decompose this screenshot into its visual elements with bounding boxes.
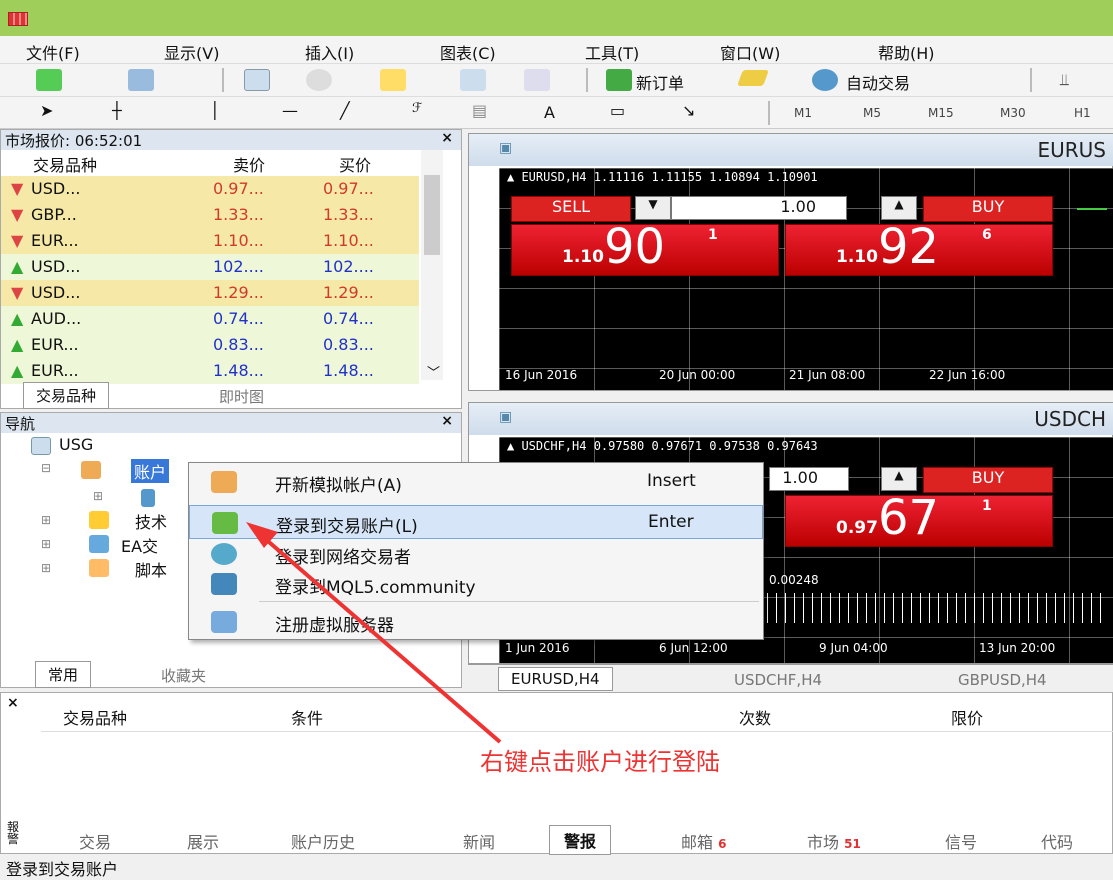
annotation-text: 右键点击账户进行登陆: [480, 748, 720, 776]
